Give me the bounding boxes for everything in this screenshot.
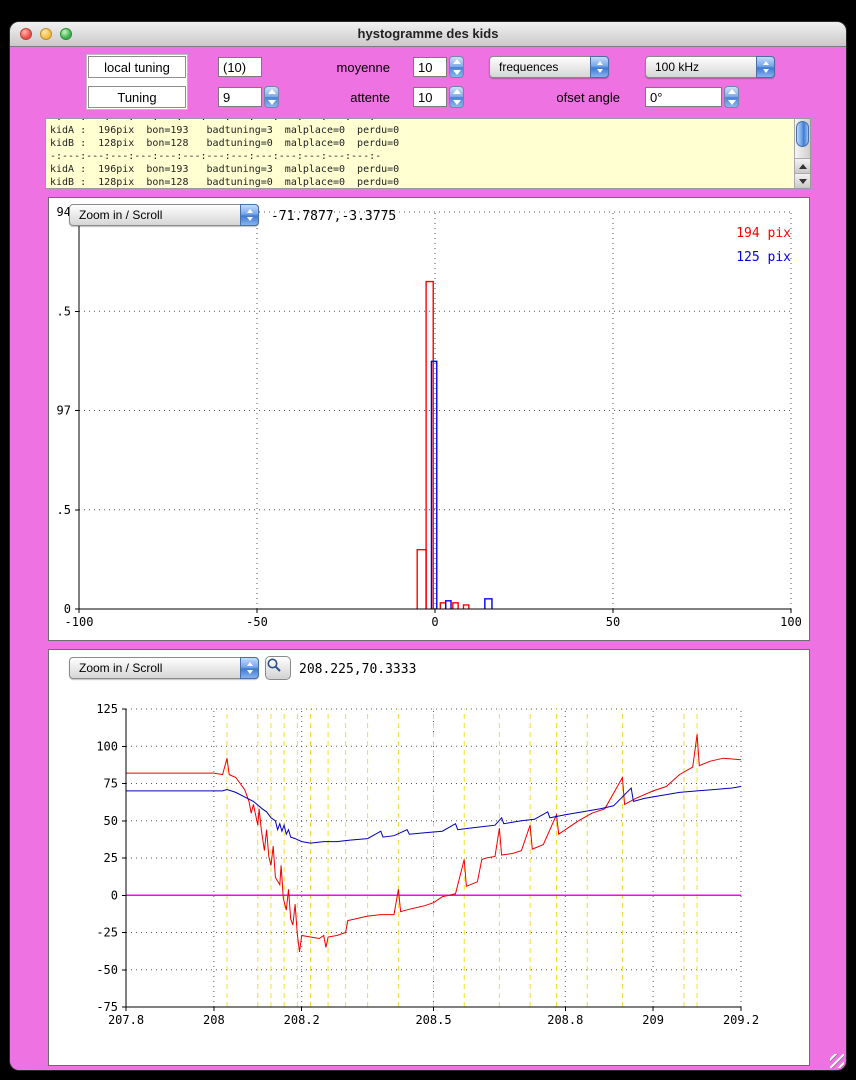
log-line: kidA : 196pix bon=193 badtuning=3 malpla… — [50, 125, 400, 136]
svg-text:-75: -75 — [96, 1000, 118, 1014]
svg-text:.5: .5 — [57, 503, 71, 517]
tune-value-field[interactable] — [218, 87, 262, 107]
popup-arrows-icon — [756, 56, 775, 78]
tuning-button[interactable]: Tuning — [88, 86, 186, 108]
svg-text:-100: -100 — [65, 615, 94, 629]
histogram-chart[interactable]: -100 -50 0 50 1000.597.594 — [49, 198, 811, 642]
hist-legend: 194 pix 125 pix — [736, 222, 791, 270]
hist-zoom-select-value: Zoom in / Scroll — [79, 208, 163, 222]
ofset-angle-stepper[interactable] — [724, 86, 739, 108]
svg-text:207.8: 207.8 — [108, 1013, 144, 1027]
log-line: kidB : 128pix bon=128 badtuning=0 malpla… — [50, 177, 400, 188]
attente-stepper[interactable] — [449, 86, 464, 108]
stepper-up-icon — [267, 89, 276, 94]
stepper-up-icon — [452, 59, 461, 64]
range-select-value: 100 kHz — [655, 60, 700, 74]
svg-text:-50: -50 — [96, 963, 118, 977]
line-chart[interactable]: 207.8 208 208.2 208.5 208.8 209 209.2 125 100 75 5… — [49, 650, 811, 1067]
svg-text:-25: -25 — [96, 926, 118, 940]
svg-text:97: 97 — [57, 404, 71, 418]
log-line: kidB : 128pix bon=128 badtuning=0 malpla… — [50, 138, 400, 149]
svg-text:50: 50 — [606, 615, 620, 629]
scrollbar-thumb[interactable] — [796, 121, 809, 147]
stepper-down-icon — [267, 100, 276, 105]
svg-text:50: 50 — [104, 814, 118, 828]
line-panel: 207.8 208 208.2 208.5 208.8 209 209.2 125 100 75 5… — [48, 649, 810, 1066]
svg-text:208.2: 208.2 — [284, 1013, 320, 1027]
svg-text:209.2: 209.2 — [723, 1013, 759, 1027]
range-select[interactable]: 100 kHz — [645, 56, 775, 78]
log-line: -:---:---:---:---:---:---:---:---:---:--… — [50, 151, 382, 162]
line-zoom-select-value: Zoom in / Scroll — [79, 661, 163, 675]
svg-text:208: 208 — [203, 1013, 225, 1027]
svg-text:-50: -50 — [246, 615, 268, 629]
attente-label: attente — [350, 90, 390, 105]
scrollbar-buttons — [795, 158, 810, 188]
tune-value-stepper[interactable] — [264, 86, 279, 108]
legend-item: 194 pix — [736, 226, 791, 241]
arrow-down-icon — [798, 178, 807, 184]
attente-field[interactable] — [413, 87, 447, 107]
hist-zoom-select[interactable]: Zoom in / Scroll — [69, 204, 259, 226]
log-scrollbar[interactable] — [794, 119, 810, 188]
line-zoom-select[interactable]: Zoom in / Scroll — [69, 657, 259, 679]
svg-text:209: 209 — [642, 1013, 664, 1027]
svg-text:25: 25 — [104, 851, 118, 865]
magnifier-icon — [267, 658, 281, 672]
scroll-up-button[interactable] — [795, 158, 810, 173]
popup-arrows-icon — [590, 56, 609, 78]
stepper-down-icon — [727, 100, 736, 105]
window-controls — [20, 28, 72, 40]
popup-arrows-icon — [240, 204, 259, 226]
window-title: hystogramme des kids — [357, 26, 499, 41]
tune-count-field[interactable] — [218, 57, 262, 77]
line-cursor-coords: 208.225,70.3333 — [299, 662, 417, 677]
log-area: -:---:---:---:---:---:---:---:---:---:--… — [45, 118, 811, 189]
titlebar[interactable]: hystogramme des kids — [10, 22, 846, 47]
scroll-down-button[interactable] — [795, 173, 810, 188]
ofset-angle-label: ofset angle — [556, 90, 620, 105]
popup-arrows-icon — [240, 657, 259, 679]
moyenne-label: moyenne — [336, 60, 390, 75]
resize-grip[interactable] — [830, 1054, 844, 1068]
stepper-up-icon — [727, 89, 736, 94]
svg-text:100: 100 — [96, 739, 118, 753]
svg-text:125: 125 — [96, 702, 118, 716]
ofset-angle-field[interactable] — [645, 87, 722, 107]
log-line: kidA : 196pix bon=193 badtuning=3 malpla… — [50, 164, 400, 175]
stepper-down-icon — [452, 100, 461, 105]
close-button[interactable] — [20, 28, 32, 40]
svg-text:.5: .5 — [57, 304, 71, 318]
app-window: hystogramme des kids local tuning Tuning… — [10, 22, 846, 1070]
svg-text:0: 0 — [111, 888, 118, 902]
window-content: local tuning Tuning moyenne attente freq… — [10, 47, 846, 1070]
histogram-panel: -100 -50 0 50 100 0.5 97.5 94 Zoom in / Scroll … — [48, 197, 810, 641]
stepper-up-icon — [452, 89, 461, 94]
svg-text:100: 100 — [780, 615, 802, 629]
stepper-down-icon — [452, 70, 461, 75]
local-tuning-button[interactable]: local tuning — [88, 56, 186, 78]
svg-text:208.8: 208.8 — [547, 1013, 583, 1027]
minimize-button[interactable] — [40, 28, 52, 40]
svg-text:208.5: 208.5 — [415, 1013, 451, 1027]
arrow-up-icon — [798, 163, 807, 169]
svg-text:0: 0 — [431, 615, 438, 629]
zoom-window-button[interactable] — [60, 28, 72, 40]
hist-cursor-coords: -71.7877,-3.3775 — [271, 209, 397, 224]
svg-text:75: 75 — [104, 777, 118, 791]
mode-select-value: frequences — [499, 60, 559, 74]
svg-text:0: 0 — [64, 602, 71, 616]
mode-select[interactable]: frequences — [489, 56, 609, 78]
log-text: -:---:---:---:---:---:---:---:---:---:--… — [50, 119, 792, 188]
zoom-reset-button[interactable] — [265, 656, 291, 680]
moyenne-stepper[interactable] — [449, 56, 464, 78]
moyenne-field[interactable] — [413, 57, 447, 77]
legend-item: 125 pix — [736, 250, 791, 265]
